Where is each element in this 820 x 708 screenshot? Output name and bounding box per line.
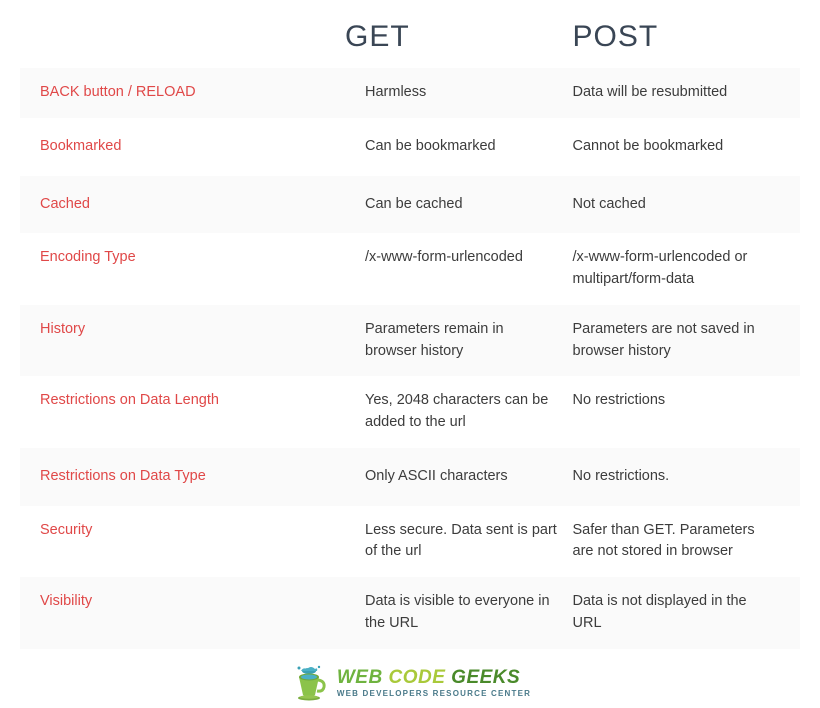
cell-get: Can be bookmarked [365,136,573,158]
table-row: History Parameters remain in browser his… [20,305,800,377]
table-row: BACK button / RELOAD Harmless Data will … [20,68,800,118]
comparison-table: GET POST BACK button / RELOAD Harmless D… [20,10,800,649]
brand-word-2: CODE [388,667,445,688]
row-label: Visibility [40,591,365,635]
table-row: Bookmarked Can be bookmarked Cannot be b… [20,118,800,176]
cell-post: Cannot be bookmarked [573,136,781,158]
cell-get: Only ASCII characters [365,466,573,488]
row-label: Restrictions on Data Type [40,466,365,488]
cell-get: Yes, 2048 characters can be added to the… [365,390,573,434]
header-post: POST [573,20,801,54]
table-row: Cached Can be cached Not cached [20,176,800,234]
cell-get: Data is visible to everyone in the URL [365,591,573,635]
logo-text-block: WEB CODE GEEKS WEB DEVELOPERS RESOURCE C… [337,668,531,698]
cell-post: No restrictions. [573,466,781,488]
cell-post: No restrictions [573,390,781,434]
cell-get: Can be cached [365,194,573,216]
cell-post: /x-www-form-urlencoded or multipart/form… [573,247,781,291]
brand-name: WEB CODE GEEKS [337,668,531,687]
row-label: Bookmarked [40,136,365,158]
cell-post: Parameters are not saved in browser hist… [573,319,781,363]
table-row: Restrictions on Data Length Yes, 2048 ch… [20,376,800,448]
cell-get: Parameters remain in browser history [365,319,573,363]
header-blank [20,20,345,54]
cell-post: Not cached [573,194,781,216]
footer-logo: WEB CODE GEEKS WEB DEVELOPERS RESOURCE C… [20,663,800,703]
cup-splash-icon [289,663,329,703]
header-get: GET [345,20,573,54]
table-row: Visibility Data is visible to everyone i… [20,577,800,649]
cell-get: Harmless [365,82,573,104]
cell-get: Less secure. Data sent is part of the ur… [365,520,573,564]
brand-word-1: WEB [337,667,383,688]
cell-post: Safer than GET. Parameters are not store… [573,520,781,564]
row-label: Cached [40,194,365,216]
cell-get: /x-www-form-urlencoded [365,247,573,291]
table-row: Security Less secure. Data sent is part … [20,506,800,578]
row-label: Encoding Type [40,247,365,291]
row-label: Restrictions on Data Length [40,390,365,434]
row-label: History [40,319,365,363]
cell-post: Data is not displayed in the URL [573,591,781,635]
table-row: Restrictions on Data Type Only ASCII cha… [20,448,800,506]
table-row: Encoding Type /x-www-form-urlencoded /x-… [20,233,800,305]
row-label: BACK button / RELOAD [40,82,365,104]
cell-post: Data will be resubmitted [573,82,781,104]
row-label: Security [40,520,365,564]
table-header-row: GET POST [20,10,800,68]
brand-word-3: GEEKS [451,667,520,688]
brand-tagline: WEB DEVELOPERS RESOURCE CENTER [337,689,531,698]
